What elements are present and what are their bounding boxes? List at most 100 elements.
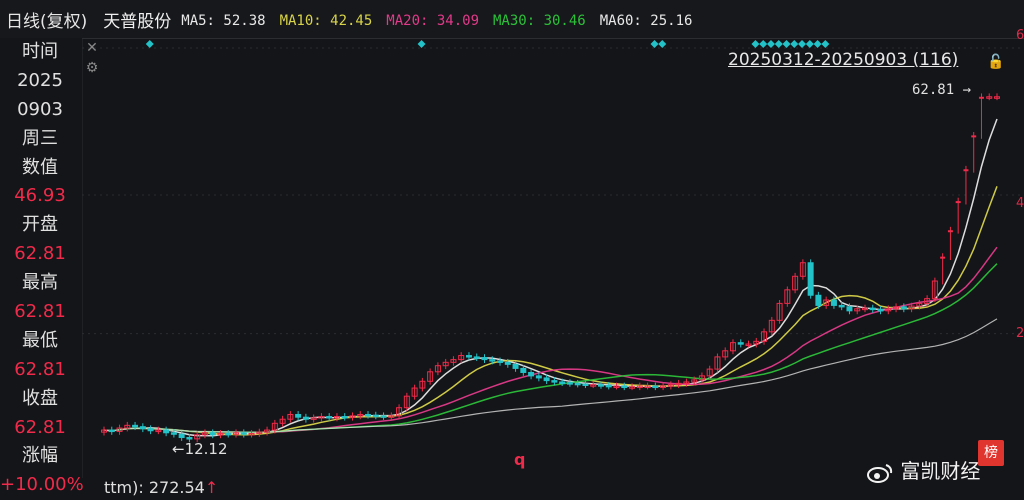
candle-body <box>186 437 193 440</box>
event-marker-icon <box>766 40 775 48</box>
info-label: 最低 <box>22 329 58 351</box>
event-marker-icon <box>658 40 667 48</box>
stock-name[interactable]: 天普股份 <box>103 7 171 32</box>
candle-body <box>528 371 535 377</box>
high-price-marker: 62.81 → <box>912 82 972 98</box>
candle-body <box>543 377 550 382</box>
candle-body <box>147 428 154 432</box>
candle-body <box>302 416 309 420</box>
event-marker-icon <box>751 40 760 48</box>
ma-legend-item: MA60: 25.16 <box>599 12 693 29</box>
candle-body <box>535 375 542 379</box>
up-arrow-icon: ↑ <box>204 478 219 497</box>
info-value: +10.00% <box>0 474 84 496</box>
info-value: 62.81 <box>14 243 66 265</box>
info-panel: 时间 2025 0903 周三 数值 46.93 开盘 62.81 最高 62.81 最低 62.81… <box>0 38 84 495</box>
event-marker-icon <box>650 40 659 48</box>
candle-body <box>225 432 232 436</box>
candle-body <box>605 384 612 388</box>
indicator-prefix: ttm): <box>104 478 144 497</box>
candle-body <box>341 416 348 419</box>
candle-body <box>170 432 177 435</box>
event-marker-icon <box>805 40 814 48</box>
watermark-text: 富凯财经 <box>900 459 981 483</box>
candle-body <box>574 382 581 386</box>
event-marker-icon <box>417 40 426 48</box>
date-range-label[interactable]: 20250312-20250903 (116) <box>728 50 958 70</box>
weibo-logo-icon <box>867 463 893 483</box>
info-value: 62.81 <box>14 416 66 438</box>
ma-line-ma20 <box>103 246 998 434</box>
event-marker-icon <box>790 40 799 48</box>
candle-body <box>978 96 984 99</box>
candle-body <box>955 201 961 204</box>
candle-body <box>520 367 527 373</box>
candle-body <box>900 306 907 310</box>
candle-body <box>240 432 247 435</box>
candle-body <box>551 380 558 383</box>
ma-legend-item: MA30: 30.46 <box>493 12 586 29</box>
candle-body <box>566 382 573 385</box>
candle-body <box>512 363 519 369</box>
candle-body <box>295 413 302 418</box>
candle-body <box>838 304 845 308</box>
info-value: 46.93 <box>14 185 66 207</box>
right-axis-tick: 4 <box>1016 196 1024 211</box>
candle-body <box>807 262 814 296</box>
info-label: 数值 <box>22 156 58 178</box>
event-marker-icon <box>798 40 807 48</box>
candle-body <box>380 415 387 418</box>
event-marker-icon <box>759 40 768 48</box>
candle-body <box>481 357 488 361</box>
candle-body <box>737 342 744 345</box>
candle-body <box>597 384 604 387</box>
candle-body <box>504 361 511 365</box>
candle-body <box>621 385 628 389</box>
event-marker-icon <box>782 40 791 48</box>
candle-body <box>963 169 969 172</box>
info-label: 2025 <box>17 69 63 91</box>
bottom-indicator: ttm): 272.54↑ <box>104 478 218 497</box>
candle-body <box>326 416 333 419</box>
candle-body <box>365 413 372 417</box>
rank-badge[interactable]: 榜 <box>978 440 1004 466</box>
indicator-value: 272.54 <box>148 478 205 497</box>
candle-body <box>947 230 953 233</box>
info-label: 时间 <box>22 41 58 62</box>
candle-body <box>846 306 853 312</box>
ma-line-ma10 <box>103 186 998 436</box>
ma-legend-item: MA20: 34.09 <box>386 12 479 29</box>
candle-body <box>473 356 480 359</box>
candle-body <box>489 359 496 362</box>
event-marker-icon <box>821 40 830 48</box>
candle-body <box>163 429 170 434</box>
candle-body <box>652 385 659 389</box>
candle-body <box>108 429 115 433</box>
lock-icon[interactable]: 🔓 <box>987 54 1004 70</box>
candle-body <box>582 383 589 386</box>
ma-line-ma5 <box>103 118 998 437</box>
candle-body <box>559 381 566 384</box>
info-label: 周三 <box>22 127 58 149</box>
ma-legend: MA5: 52.38 MA10: 42.45 MA20: 34.09 MA30: 30… <box>181 10 706 29</box>
candle-body <box>132 424 139 428</box>
right-axis-tick: 6 <box>1016 28 1024 43</box>
price-chart[interactable] <box>82 38 1024 478</box>
candle-body <box>465 355 472 358</box>
q-marker: q <box>514 450 526 469</box>
watermark: 富凯财经 <box>866 455 980 484</box>
right-axis-tick: 2 <box>1016 326 1024 341</box>
event-marker-icon <box>813 40 822 48</box>
event-marker-icon <box>145 40 154 48</box>
low-price-marker: ←12.12 <box>172 440 228 458</box>
candle-body <box>830 299 837 306</box>
info-value: 62.81 <box>14 301 66 323</box>
candle-body <box>178 433 185 439</box>
ma-line-ma60 <box>103 318 998 433</box>
candle-body <box>869 307 876 311</box>
candle-body <box>497 360 504 363</box>
period-label[interactable]: 日线(复权) <box>6 7 87 32</box>
candle-body <box>877 308 884 312</box>
chart-header: 日线(复权) 天普股份 MA5: 52.38 MA10: 42.45 MA20: 3… <box>0 0 1024 39</box>
candle-body <box>372 414 379 418</box>
